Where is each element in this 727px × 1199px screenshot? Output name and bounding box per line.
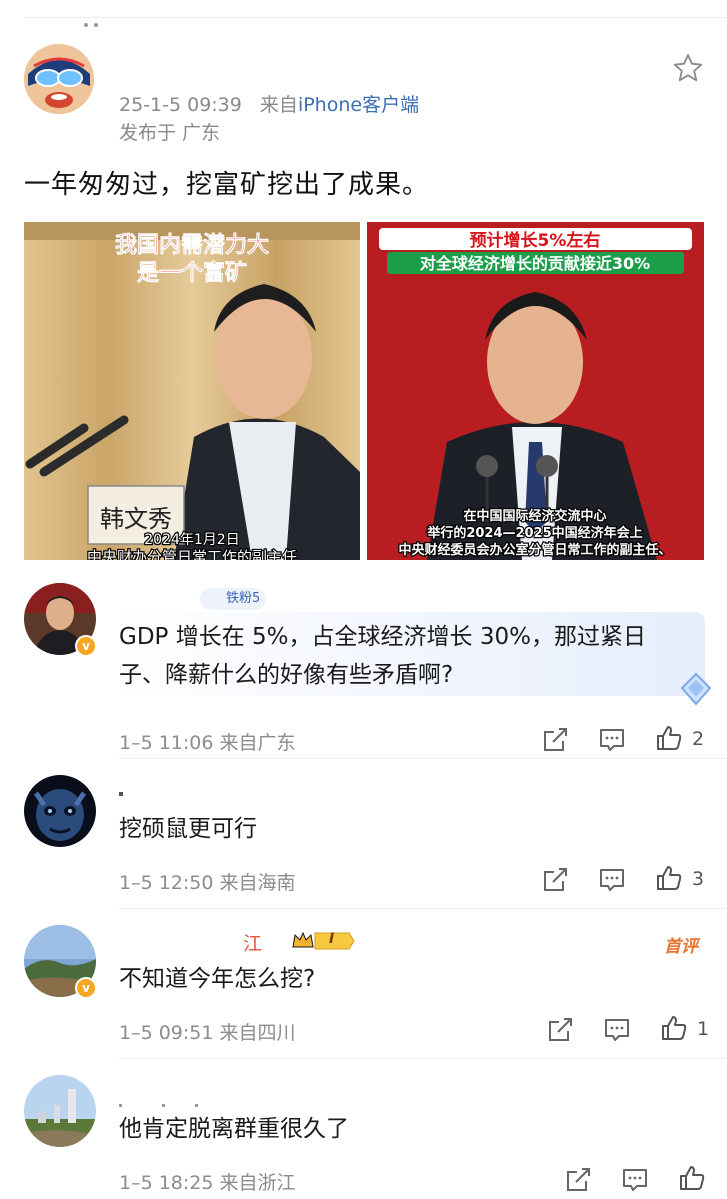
image2-caption-bottom-3: 中央财经委员会办公室分管日常工作的副主任、 [398,542,671,558]
comment-divider [119,1058,727,1059]
share-icon [544,868,567,891]
like-button[interactable] [678,1164,706,1192]
comment-text-line: GDP 增长在 5%，占全球经济增长 30%，那过紧日 [119,624,646,650]
image2-caption-bottom-2: 举行的2024—2025中国经济年会上 [426,525,642,541]
like-button[interactable] [660,1014,688,1042]
like-button[interactable] [655,724,683,752]
level-badge-text: I [329,931,335,947]
post-source-link[interactable]: iPhone客户端 [298,94,419,116]
username-fragment [119,1092,279,1107]
comment-time: 1–5 09:51 来自四川 [119,1022,296,1044]
post-time: 25-1-5 09:39 [119,94,242,116]
top-divider [24,17,727,27]
reply-button[interactable] [598,866,626,894]
comment-time: 1–5 11:06 来自广东 [119,732,296,754]
comment-icon [605,1019,629,1041]
post-location: 发布于 广东 [119,122,221,144]
share-icon [549,1018,572,1041]
post-image-1[interactable]: 韩文秀 我国内需潜力大 是一个富矿 2024年1月2日 中央财办分管日常工作的副… [24,222,360,560]
comment-text-line: 子、降薪什么的好像有些矛盾啊? [119,662,454,688]
level-badge: I [291,930,355,952]
first-comment-badge: 首评 [664,937,698,957]
comment-icon [623,1169,647,1191]
comment-divider [119,758,727,759]
like-count: 2 [692,728,705,750]
comment-text: 挖硕鼠更可行 [119,816,257,842]
diamond-decoration-icon [676,670,716,710]
comment-text: GDP 增长在 5%，占全球经济增长 30%，那过紧日 子、降薪什么的好像有些矛… [119,618,709,694]
share-button[interactable] [541,726,569,754]
post-body-text: 一年匆匆过，挖富矿挖出了成果。 [24,170,430,200]
username-fragment [119,792,123,796]
reply-button[interactable] [603,1016,631,1044]
verified-badge: v [75,977,97,999]
image1-caption-bottom-2: 中央财办分管日常工作的副主任 [87,548,297,560]
comment-icon [600,729,624,751]
reply-button[interactable] [621,1166,649,1194]
comment-avatar[interactable] [24,775,96,847]
post-image-2[interactable]: 预计增长5%左右 对全球经济增长的贡献接近30% 在中国国际经济交流中心 举行的… [367,222,704,560]
fan-level-badge: 铁粉5 [200,588,267,610]
share-icon [567,1168,590,1191]
image2-caption-top-1: 预计增长5%左右 [470,230,601,251]
comment-divider [119,908,727,909]
share-button[interactable] [564,1166,592,1194]
comment-time: 1–5 12:50 来自海南 [119,872,296,894]
nameplate-text: 韩文秀 [100,505,172,533]
like-count: 3 [692,868,705,890]
thumbs-up-icon [680,1166,705,1190]
share-button[interactable] [541,866,569,894]
star-icon [673,54,703,82]
thumbs-up-icon [662,1016,687,1040]
image1-caption-bottom-1: 2024年1月2日 [144,532,239,548]
verified-badge: v [75,635,97,657]
comment-text: 不知道今年怎么挖? [119,966,316,992]
reply-button[interactable] [598,726,626,754]
share-icon [544,728,567,751]
image2-caption-top-2: 对全球经济增长的贡献接近30% [420,254,650,273]
cut-off-text [84,12,124,27]
comment-icon [600,869,624,891]
comment-time: 1–5 18:25 来自浙江 [119,1172,296,1194]
comment-avatar[interactable] [24,1075,96,1147]
favorite-button[interactable] [672,52,704,84]
comment-text: 他肯定脱离群重很久了 [119,1116,349,1142]
like-count: 1 [697,1018,710,1040]
post-meta: 25-1-5 09:39 来自iPhone客户端 [119,90,419,117]
image1-caption-top-2: 是一个富矿 [137,260,247,286]
like-button[interactable] [655,864,683,892]
post-source-prefix: 来自 [259,94,298,116]
username-fragment[interactable]: 江 [243,929,262,956]
share-button[interactable] [546,1016,574,1044]
thumbs-up-icon [657,726,682,750]
thumbs-up-icon [657,866,682,890]
image1-caption-top-1: 我国内需潜力大 [115,233,269,258]
post-author-avatar[interactable] [24,44,94,114]
image2-caption-bottom-1: 在中国国际经济交流中心 [463,508,606,524]
